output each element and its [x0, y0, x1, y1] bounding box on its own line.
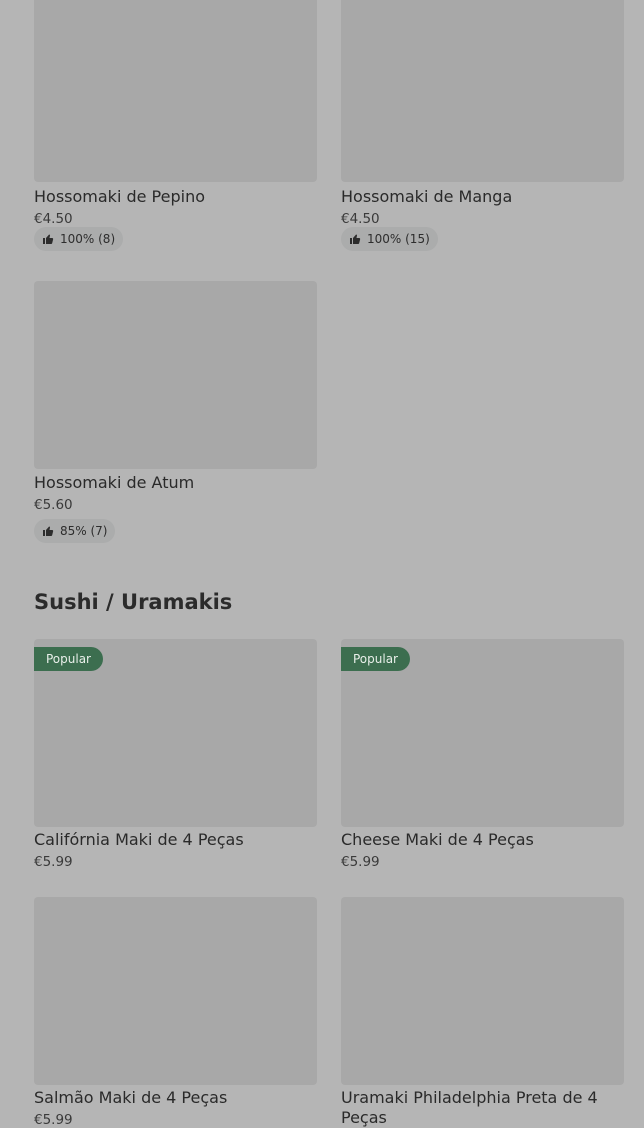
rating-badge: 100% (8) [34, 227, 124, 251]
menu-item-card[interactable]: Uramaki Philadelphia Preta de 4 Peças [341, 897, 624, 1127]
item-name: Hossomaki de Manga [341, 187, 513, 206]
rating-badge: 85% (7) [34, 519, 116, 543]
item-name: Cheese Maki de 4 Peças [341, 830, 534, 849]
section-title: Sushi / Uramakis [34, 590, 233, 614]
item-name: Hossomaki de Atum [34, 473, 195, 492]
rating-text: 100% (8) [60, 232, 116, 246]
menu-item-card[interactable]: Popular Cheese Maki de 4 Peças €5.99 [341, 639, 624, 870]
thumbs-up-icon [42, 525, 54, 537]
item-image [341, 0, 624, 182]
rating-badge: 100% (15) [341, 227, 438, 251]
item-price: €5.99 [34, 854, 73, 870]
item-image: Popular [34, 639, 317, 827]
menu-item-card[interactable]: Hossomaki de Manga €4.50 100% (15) [341, 0, 624, 251]
item-name: Salmão Maki de 4 Peças [34, 1088, 228, 1107]
item-image [341, 897, 624, 1085]
item-name: Hossomaki de Pepino [34, 187, 206, 206]
thumbs-up-icon [42, 233, 54, 245]
menu-item-card[interactable]: Salmão Maki de 4 Peças €5.99 [34, 897, 317, 1128]
item-name: Califórnia Maki de 4 Peças [34, 830, 244, 849]
rating-text: 100% (15) [367, 232, 430, 246]
menu-item-card[interactable]: Hossomaki de Atum €5.60 85% (7) [34, 281, 317, 543]
item-name: Uramaki Philadelphia Preta de 4 Peças [341, 1088, 598, 1127]
rating-text: 85% (7) [60, 524, 108, 538]
menu-item-card[interactable]: Popular Califórnia Maki de 4 Peças €5.99 [34, 639, 317, 870]
item-image [34, 281, 317, 469]
thumbs-up-icon [349, 233, 361, 245]
menu-item-card[interactable]: Hossomaki de Pepino €4.50 100% (8) [34, 0, 317, 251]
item-price: €4.50 [341, 211, 380, 227]
item-price: €4.50 [34, 211, 73, 227]
popular-badge: Popular [341, 647, 410, 671]
item-price: €5.99 [341, 854, 380, 870]
item-image [34, 0, 317, 182]
popular-badge: Popular [34, 647, 103, 671]
item-image [34, 897, 317, 1085]
item-image: Popular [341, 639, 624, 827]
item-price: €5.60 [34, 497, 73, 513]
